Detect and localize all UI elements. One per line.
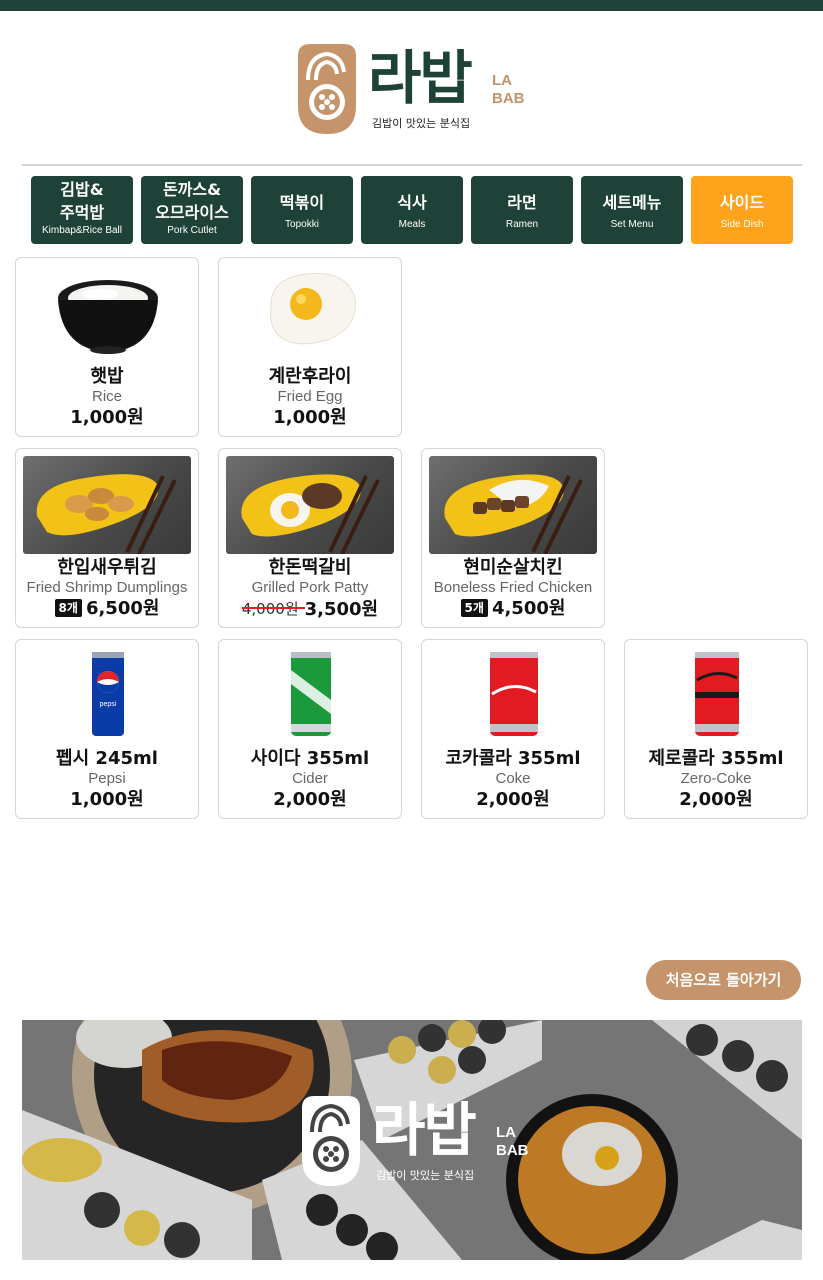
pepsi-can-icon: pepsi xyxy=(92,652,124,736)
tab-set-menu[interactable]: 세트메뉴 Set Menu xyxy=(581,176,683,244)
fried-chicken-photo xyxy=(444,474,583,554)
quantity-badge: 8개 xyxy=(54,599,82,617)
menu-item-zero-coke[interactable]: 제로콜라 355ml Zero-Coke 2,000원 xyxy=(624,639,808,819)
item-en-name: Fried Egg xyxy=(277,388,343,405)
quantity-badge: 5개 xyxy=(460,599,488,617)
item-en-name: Rice xyxy=(91,388,122,405)
item-price: 1,000원 xyxy=(70,407,144,428)
tab-pork-cutlet[interactable]: 돈까스& 오므라이스 Pork Cutlet xyxy=(141,176,243,244)
item-en-name: Fried Shrimp Dumplings xyxy=(26,579,188,596)
rice-bowl-icon xyxy=(58,280,158,354)
item-name: 햇밥 xyxy=(90,366,124,387)
menu-item-coke[interactable]: 코카콜라 355ml Coke 2,000원 xyxy=(421,639,605,819)
menu-item-fried-egg[interactable]: 계란후라이 Fried Egg 1,000원 xyxy=(218,257,402,437)
item-price: 2,000원 xyxy=(679,789,753,810)
item-name: 한입새우튀김 xyxy=(57,557,157,578)
brand-tagline: 김밥이 맛있는 분식집 xyxy=(372,117,471,130)
item-price: 2,000원 xyxy=(476,789,550,810)
menu-item-pepsi[interactable]: pepsi 펩시 245ml Pepsi 1,000원 xyxy=(15,639,199,819)
tab-side-dish[interactable]: 사이드 Side Dish xyxy=(691,176,793,244)
item-name: 현미순살치킨 xyxy=(463,557,563,578)
tab-ramen[interactable]: 라면 Ramen xyxy=(471,176,573,244)
item-en-name: Coke xyxy=(495,770,531,787)
top-accent-bar xyxy=(0,0,823,11)
original-price: 4,000원 xyxy=(241,600,305,618)
item-name: 펩시 245ml xyxy=(56,748,158,769)
banner-brand-tagline: 김밥이 맛있는 분식집 xyxy=(376,1169,475,1182)
menu-item-pork-patty[interactable]: 한돈떡갈비 Grilled Pork Patty 4,000원 3,500원 xyxy=(218,448,402,628)
banner-brand-en: LA BAB xyxy=(496,1124,529,1159)
item-en-name: Pepsi xyxy=(88,770,126,787)
item-price: 5개 4,500원 xyxy=(422,598,604,620)
back-to-start-button[interactable]: 처음으로 돌아가기 xyxy=(646,960,801,1000)
banner-brand-logo: 라밥 LA BAB 김밥이 맛있는 분식집 xyxy=(300,1094,540,1190)
zero-coke-can-icon xyxy=(695,652,739,736)
item-price: 1,000원 xyxy=(70,789,144,810)
banner-brand-name: 라밥 xyxy=(372,1096,477,1164)
item-price: 1,000원 xyxy=(273,407,347,428)
tab-kimbap[interactable]: 김밥& 주먹밥 Kimbap&Rice Ball xyxy=(31,176,133,244)
header-divider xyxy=(22,164,802,166)
brand-en: LA BAB xyxy=(492,72,525,107)
item-en-name: Grilled Pork Patty xyxy=(251,579,369,596)
menu-item-rice[interactable]: 햇밥 Rice 1,000원 xyxy=(15,257,199,437)
item-name: 사이다 355ml xyxy=(250,748,370,769)
brand-mark-icon xyxy=(298,44,356,134)
item-price: 2,000원 xyxy=(273,789,347,810)
tab-meals[interactable]: 식사 Meals xyxy=(361,176,463,244)
item-name: 계란후라이 xyxy=(268,366,352,387)
menu-item-shrimp-dumplings[interactable]: 한입새우튀김 Fried Shrimp Dumplings 8개 6,500원 xyxy=(15,448,199,628)
item-price: 4,000원 3,500원 xyxy=(241,599,379,620)
item-en-name: Zero-Coke xyxy=(680,770,752,787)
item-en-name: Cider xyxy=(292,770,328,787)
item-price: 8개 6,500원 xyxy=(16,598,198,620)
coke-can-icon xyxy=(490,652,538,736)
item-en-name: Boneless Fried Chicken xyxy=(433,579,593,596)
tab-topokki[interactable]: 떡볶이 Topokki xyxy=(251,176,353,244)
brand-mark-icon xyxy=(302,1096,360,1186)
brand-logo[interactable]: 라밥 LA BAB 김밥이 맛있는 분식집 xyxy=(296,42,536,138)
brand-name: 라밥 xyxy=(368,44,473,112)
menu-item-cider[interactable]: 사이다 355ml Cider 2,000원 xyxy=(218,639,402,819)
shrimp-dumplings-photo xyxy=(36,474,177,554)
item-name: 코카콜라 355ml xyxy=(445,748,581,769)
menu-item-fried-chicken[interactable]: 현미순살치킨 Boneless Fried Chicken 5개 4,500원 xyxy=(421,448,605,628)
fried-egg-icon xyxy=(270,273,356,345)
item-name: 제로콜라 355ml xyxy=(648,748,784,769)
promo-banner: 라밥 LA BAB 김밥이 맛있는 분식집 xyxy=(22,1020,802,1260)
pork-patty-photo xyxy=(241,474,380,554)
cider-can-icon xyxy=(291,652,331,736)
svg-text:pepsi: pepsi xyxy=(100,701,117,708)
item-name: 한돈떡갈비 xyxy=(268,557,352,578)
